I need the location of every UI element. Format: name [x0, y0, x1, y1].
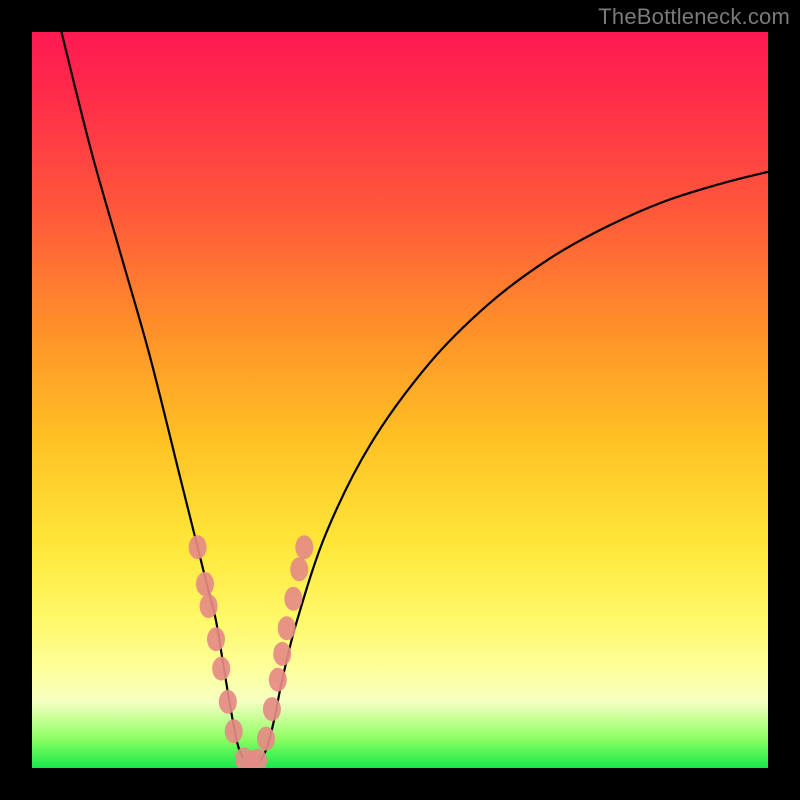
curve-layer: [32, 32, 768, 768]
marker-dot: [207, 627, 225, 651]
plot-area: [32, 32, 768, 768]
marker-dot: [257, 727, 275, 751]
marker-dot: [200, 594, 218, 618]
bottleneck-curve: [61, 32, 768, 764]
marker-dot: [269, 668, 287, 692]
marker-dot: [263, 697, 281, 721]
highlighted-points: [189, 535, 314, 768]
marker-dot: [284, 587, 302, 611]
marker-dot: [196, 572, 214, 596]
chart-stage: TheBottleneck.com: [0, 0, 800, 800]
marker-dot: [273, 642, 291, 666]
watermark-text: TheBottleneck.com: [598, 4, 790, 30]
marker-dot: [290, 557, 308, 581]
marker-dot: [219, 690, 237, 714]
marker-dot: [225, 719, 243, 743]
marker-dot: [189, 535, 207, 559]
marker-dot: [295, 535, 313, 559]
marker-dot: [212, 657, 230, 681]
marker-dot: [278, 616, 296, 640]
